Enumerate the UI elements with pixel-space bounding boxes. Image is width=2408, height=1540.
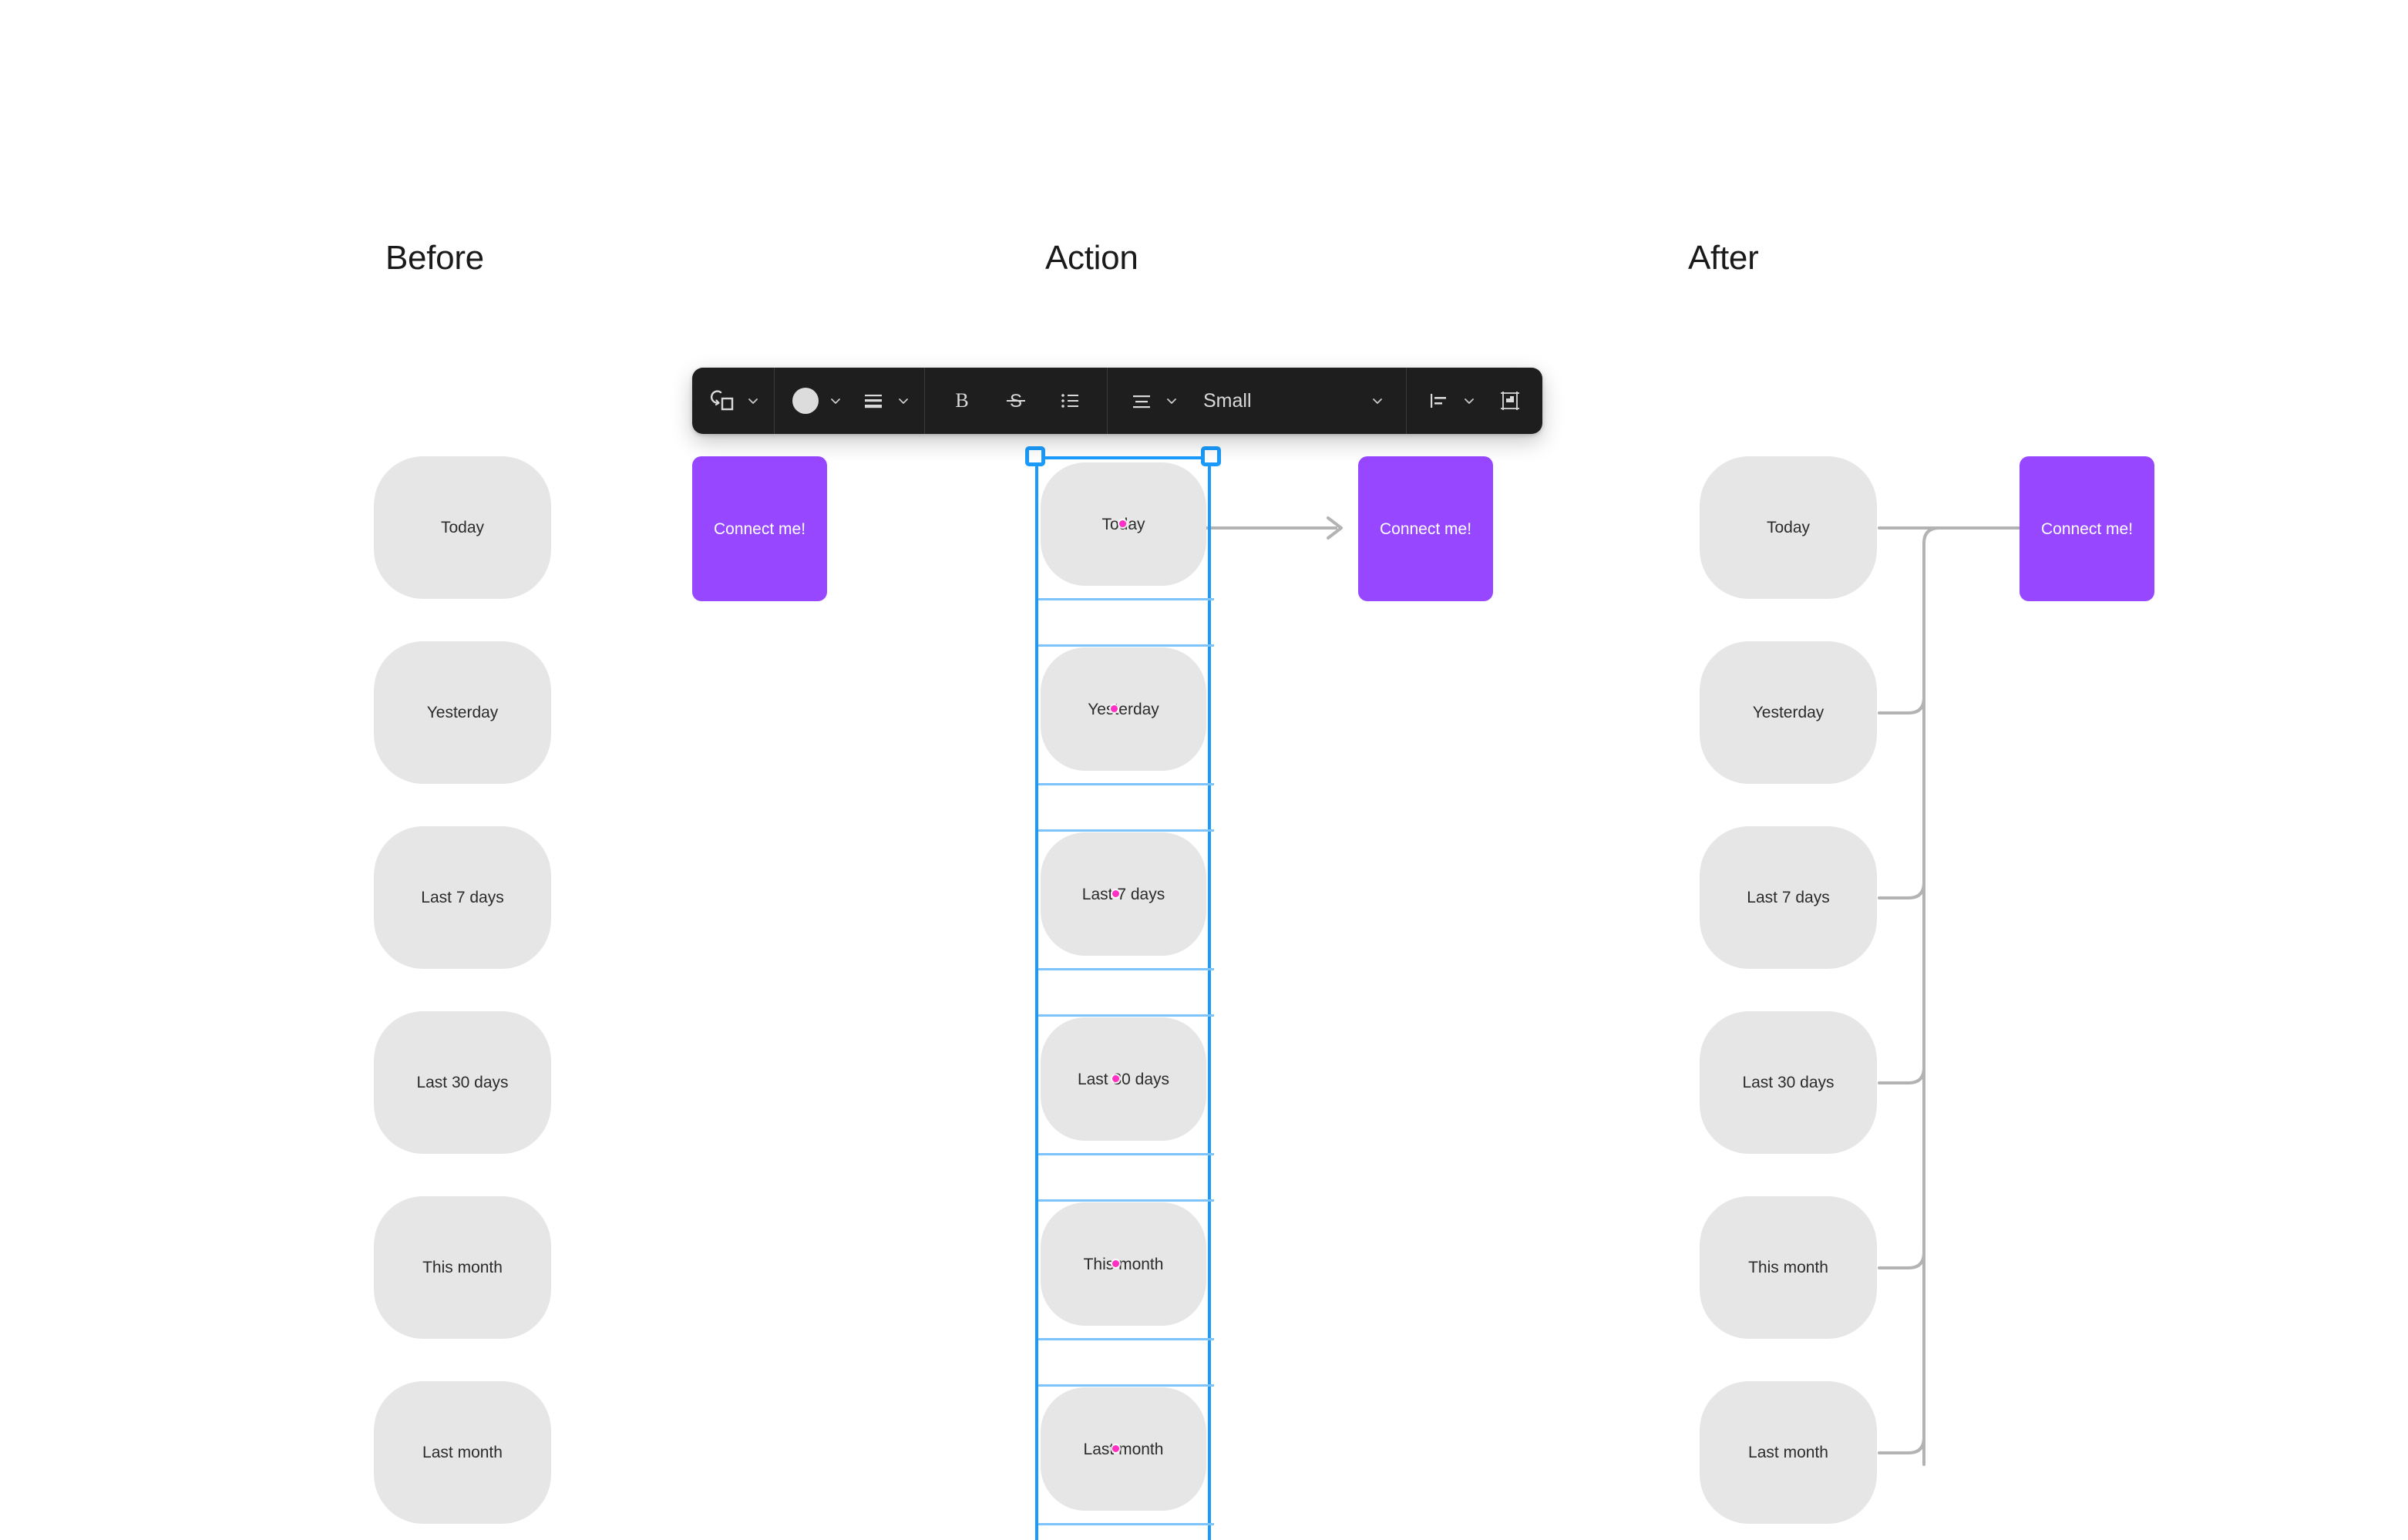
card-label: Yesterday [1088, 700, 1159, 718]
action-card-this-month[interactable]: This month [1041, 1202, 1206, 1326]
selection-bounding-box [1035, 456, 1214, 1540]
toolbar-group-arrange [1407, 368, 1542, 434]
after-card-last-month[interactable]: Last month [1700, 1381, 1877, 1524]
shape-connector-icon[interactable] [703, 381, 743, 421]
card-last-30-days[interactable]: Last 30 days [374, 1011, 551, 1154]
font-size-select[interactable]: Small [1199, 381, 1392, 421]
chevron-down-icon[interactable] [1367, 381, 1387, 421]
cursor-dot [1111, 705, 1118, 712]
toolbar-group-typography: Small [1108, 368, 1406, 434]
fit-to-frame-icon[interactable] [1490, 381, 1530, 421]
connect-me-label: Connect me! [1379, 519, 1472, 538]
card-label: Last 7 days [1747, 889, 1830, 906]
card-label: Last month [422, 1444, 503, 1461]
section-title-action: Action [1045, 239, 1138, 277]
connect-me-card-before[interactable]: Connect me! [692, 456, 827, 601]
action-card-last-30-days[interactable]: Last 30 days [1041, 1017, 1206, 1141]
card-label: Today [1766, 519, 1811, 536]
figjam-canvas[interactable]: Before Action After Today Yesterday Last… [0, 0, 2408, 1540]
selection-guide-line [1038, 1384, 1214, 1387]
cursor-dot [1112, 890, 1119, 897]
connect-me-card-after[interactable]: Connect me! [2020, 456, 2154, 601]
bulleted-list-icon[interactable] [1050, 381, 1090, 421]
chevron-down-icon[interactable] [893, 381, 913, 421]
card-label: Yesterday [426, 704, 499, 721]
card-label: Last 30 days [1077, 1070, 1170, 1088]
action-card-yesterday[interactable]: Yesterday [1041, 647, 1206, 771]
selection-handle-top-left[interactable] [1025, 446, 1045, 466]
chevron-down-icon[interactable] [826, 381, 846, 421]
cursor-dot [1112, 1260, 1119, 1267]
after-card-this-month[interactable]: This month [1700, 1196, 1877, 1339]
selection-guide-line [1038, 783, 1214, 785]
after-card-yesterday[interactable]: Yesterday [1700, 641, 1877, 784]
selection-guide-line [1038, 1153, 1214, 1155]
after-connector-tree [1878, 516, 2077, 1466]
card-last-7-days[interactable]: Last 7 days [374, 826, 551, 969]
chevron-down-icon[interactable] [1459, 381, 1479, 421]
selection-handle-top-right[interactable] [1201, 446, 1221, 466]
color-swatch-icon[interactable] [785, 381, 826, 421]
action-card-last-7-days[interactable]: Last 7 days [1041, 832, 1206, 956]
toolbar-group-style [775, 368, 924, 434]
card-today[interactable]: Today [374, 456, 551, 599]
cursor-dot [1112, 1075, 1119, 1082]
align-left-icon[interactable] [1419, 381, 1459, 421]
svg-text:B: B [955, 389, 968, 412]
card-yesterday[interactable]: Yesterday [374, 641, 551, 784]
chevron-down-icon[interactable] [1162, 381, 1182, 421]
color-swatch [792, 388, 819, 414]
connect-me-label: Connect me! [2040, 519, 2134, 538]
font-size-value: Small [1203, 389, 1252, 412]
card-label: Yesterday [1752, 704, 1824, 721]
text-align-icon[interactable] [1122, 381, 1162, 421]
card-label: Today [440, 519, 485, 536]
action-connector-arrow [1206, 516, 1343, 540]
bold-icon[interactable]: B [942, 381, 982, 421]
card-label: Last 7 days [421, 889, 504, 906]
selection-guide-line [1038, 829, 1214, 832]
selection-guide-line [1038, 1014, 1214, 1017]
strikethrough-icon[interactable]: S [996, 381, 1036, 421]
stroke-weight-icon[interactable] [853, 381, 893, 421]
card-label: Last 30 days [416, 1074, 509, 1091]
selection-guide-line [1038, 598, 1214, 600]
card-label: This month [1748, 1259, 1828, 1276]
selection-guide-line [1038, 1199, 1214, 1202]
chevron-down-icon[interactable] [743, 381, 763, 421]
floating-format-toolbar[interactable]: B S Small [692, 368, 1542, 434]
card-label: Last 30 days [1742, 1074, 1835, 1091]
connect-me-label: Connect me! [713, 519, 806, 538]
card-label: This month [1083, 1255, 1164, 1273]
selection-guide-line [1038, 1523, 1214, 1525]
after-card-last-7-days[interactable]: Last 7 days [1700, 826, 1877, 969]
card-label: This month [422, 1259, 503, 1276]
card-label: Last month [1748, 1444, 1828, 1461]
cursor-dot [1112, 1445, 1119, 1452]
toolbar-group-text-style: B S [925, 368, 1107, 434]
section-title-after: After [1688, 239, 1759, 277]
selection-guide-line [1038, 968, 1214, 970]
card-label: Last month [1083, 1440, 1164, 1458]
toolbar-group-shape [692, 368, 774, 434]
after-card-last-30-days[interactable]: Last 30 days [1700, 1011, 1877, 1154]
after-card-today[interactable]: Today [1700, 456, 1877, 599]
selection-guide-line [1038, 644, 1214, 647]
cursor-dot [1119, 520, 1126, 527]
card-this-month[interactable]: This month [374, 1196, 551, 1339]
card-last-month[interactable]: Last month [374, 1381, 551, 1524]
section-title-before: Before [385, 239, 484, 277]
action-card-last-month[interactable]: Last month [1041, 1387, 1206, 1511]
connect-me-card-action[interactable]: Connect me! [1358, 456, 1493, 601]
card-label: Last 7 days [1081, 885, 1165, 903]
selection-guide-line [1038, 1338, 1214, 1340]
